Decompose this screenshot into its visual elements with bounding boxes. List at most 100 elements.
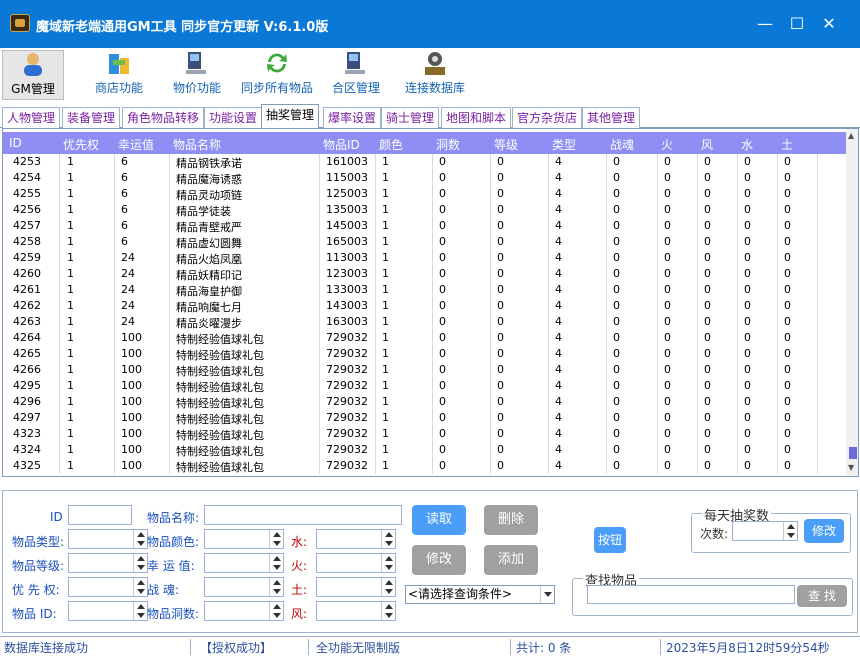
table-row[interactable]: 4296 1 100 特制经验值球礼包 729032 1 0 0 4 0 0 0 0 0 [3,394,846,410]
table-cell: 精品妖精印记 [176,269,242,282]
column-header[interactable]: 火 [661,136,673,153]
column-header[interactable]: 物品名称 [173,136,221,153]
table-row[interactable]: 4262 1 24 精品响魔七月 143003 1 0 0 4 0 0 0 0 0 [3,298,846,314]
vertical-scrollbar[interactable]: ▲ ▼ [846,129,858,476]
toolbar-connect-db[interactable]: 连接数据库 [400,50,470,100]
delete-button[interactable]: 删除 [484,505,538,535]
table-row[interactable]: 4257 1 6 精品青壁戒严 145003 1 0 0 4 0 0 0 0 0 [3,218,846,234]
table-row[interactable]: 4261 1 24 精品海皇护御 133003 1 0 0 4 0 0 0 0 0 [3,282,846,298]
column-header[interactable]: ID [9,136,22,150]
table-row[interactable]: 4253 1 6 精品钢铁承诺 161003 1 0 0 4 0 0 0 0 0 [3,154,846,170]
find-item-input[interactable] [587,585,795,604]
spin-arrows-icon[interactable] [381,578,395,596]
table-row[interactable]: 4325 1 100 特制经验值球礼包 729032 1 0 0 4 0 0 0 0 0 [3,458,846,474]
tab-function-settings[interactable]: 功能设置 [204,107,263,128]
table-row[interactable]: 4324 1 100 特制经验值球礼包 729032 1 0 0 4 0 0 0 0 0 [3,442,846,458]
close-icon[interactable]: ✕ [814,10,844,38]
column-header[interactable]: 风 [701,136,713,153]
column-header[interactable]: 幸运值 [118,136,154,153]
table-cell: 0 [704,347,711,360]
query-condition-select[interactable]: <请选择查询条件> [405,585,555,604]
column-header[interactable]: 战魂 [610,136,634,153]
maximize-icon[interactable]: ☐ [782,10,812,38]
item-level-stepper[interactable] [68,553,148,573]
earth-stepper[interactable] [316,577,396,597]
toolbar-gm-manage[interactable]: GM管理 [2,50,64,100]
toolbar-price[interactable]: 物价功能 [166,50,228,100]
column-header[interactable]: 等级 [494,136,518,153]
find-button[interactable]: 查 找 [797,585,847,607]
item-id-stepper[interactable] [68,601,148,621]
minimize-icon[interactable]: — [750,10,780,38]
spin-arrows-icon[interactable] [133,578,147,596]
table-row[interactable]: 4263 1 24 精品炎曜漫步 163003 1 0 0 4 0 0 0 0 0 [3,314,846,330]
daily-modify-button[interactable]: 修改 [804,519,844,543]
toolbar-merge-server[interactable]: 合区管理 [325,50,387,100]
times-stepper[interactable] [732,521,798,541]
table-row[interactable]: 4265 1 100 特制经验值球礼包 729032 1 0 0 4 0 0 0 0 0 [3,346,846,362]
table-row[interactable]: 4258 1 6 精品虚幻圆舞 165003 1 0 0 4 0 0 0 0 0 [3,234,846,250]
spin-arrows-icon[interactable] [269,530,283,548]
lottery-table[interactable]: ID 优先权 幸运值 物品名称 物品ID 颜色 洞数 等级 类型 战魂 火 风 … [2,128,859,477]
spin-arrows-icon[interactable] [381,602,395,620]
add-button[interactable]: 添加 [484,545,538,575]
water-stepper[interactable] [316,529,396,549]
tab-grocery[interactable]: 官方杂货店 [512,107,583,128]
spin-arrows-icon[interactable] [133,530,147,548]
scroll-up-icon[interactable]: ▲ [848,131,854,140]
wind-stepper[interactable] [316,601,396,621]
column-header[interactable]: 土 [781,136,793,153]
table-row[interactable]: 4323 1 100 特制经验值球礼包 729032 1 0 0 4 0 0 0 0 0 [3,426,846,442]
tab-knight[interactable]: 骑士管理 [381,107,440,128]
table-row[interactable]: 4260 1 24 精品妖精印记 123003 1 0 0 4 0 0 0 0 0 [3,266,846,282]
tab-map-script[interactable]: 地图和脚本 [441,107,512,128]
scroll-down-icon[interactable]: ▼ [848,463,854,472]
item-name-field[interactable] [204,505,402,525]
table-row[interactable]: 4255 1 6 精品灵动项链 125003 1 0 0 4 0 0 0 0 0 [3,186,846,202]
column-header[interactable]: 洞数 [436,136,460,153]
table-row[interactable]: 4259 1 24 精品火焰凤凰 113003 1 0 0 4 0 0 0 0 0 [3,250,846,266]
spin-arrows-icon[interactable] [269,554,283,572]
fire-stepper[interactable] [316,553,396,573]
table-row[interactable]: 4266 1 100 特制经验值球礼包 729032 1 0 0 4 0 0 0 0 0 [3,362,846,378]
column-header[interactable]: 类型 [552,136,576,153]
column-header[interactable]: 优先权 [63,136,99,153]
tab-lottery[interactable]: 抽奖管理 [261,104,320,129]
item-holes-stepper[interactable] [204,601,284,621]
table-cell: 0 [497,187,504,200]
table-row[interactable]: 4256 1 6 精品学徒装 135003 1 0 0 4 0 0 0 0 0 [3,202,846,218]
column-header[interactable]: 水 [741,136,753,153]
toolbar-shop[interactable]: 商店功能 [88,50,150,100]
chevron-down-icon[interactable] [540,586,554,603]
table-row[interactable]: 4264 1 100 特制经验值球礼包 729032 1 0 0 4 0 0 0 0 0 [3,330,846,346]
tab-other[interactable]: 其他管理 [582,107,641,128]
spin-arrows-icon[interactable] [381,554,395,572]
spin-arrows-icon[interactable] [783,522,797,540]
table-row[interactable]: 4254 1 6 精品魔海诱惑 115003 1 0 0 4 0 0 0 0 0 [3,170,846,186]
spin-arrows-icon[interactable] [133,602,147,620]
column-header[interactable]: 颜色 [379,136,403,153]
tab-drop-rate[interactable]: 爆率设置 [323,107,382,128]
tab-item-transfer[interactable]: 角色物品转移 [122,107,205,128]
item-color-stepper[interactable] [204,529,284,549]
priority-stepper[interactable] [68,577,148,597]
spin-arrows-icon[interactable] [269,602,283,620]
id-field[interactable] [68,505,132,525]
read-button[interactable]: 读取 [412,505,466,535]
spin-arrows-icon[interactable] [269,578,283,596]
toolbar-sync-items[interactable]: 同步所有物品 [236,50,318,100]
column-header[interactable]: 物品ID [323,136,360,153]
table-cell: 6 [121,203,128,216]
soul-stepper[interactable] [204,577,284,597]
generic-button[interactable]: 按钮 [594,527,626,553]
tab-equipment[interactable]: 装备管理 [62,107,121,128]
spin-arrows-icon[interactable] [381,530,395,548]
modify-button[interactable]: 修改 [412,545,466,575]
table-row[interactable]: 4297 1 100 特制经验值球礼包 729032 1 0 0 4 0 0 0 0 0 [3,410,846,426]
scroll-thumb[interactable] [849,447,857,459]
luck-stepper[interactable] [204,553,284,573]
tab-character[interactable]: 人物管理 [2,107,61,128]
spin-arrows-icon[interactable] [133,554,147,572]
item-type-stepper[interactable] [68,529,148,549]
table-row[interactable]: 4295 1 100 特制经验值球礼包 729032 1 0 0 4 0 0 0 0 0 [3,378,846,394]
